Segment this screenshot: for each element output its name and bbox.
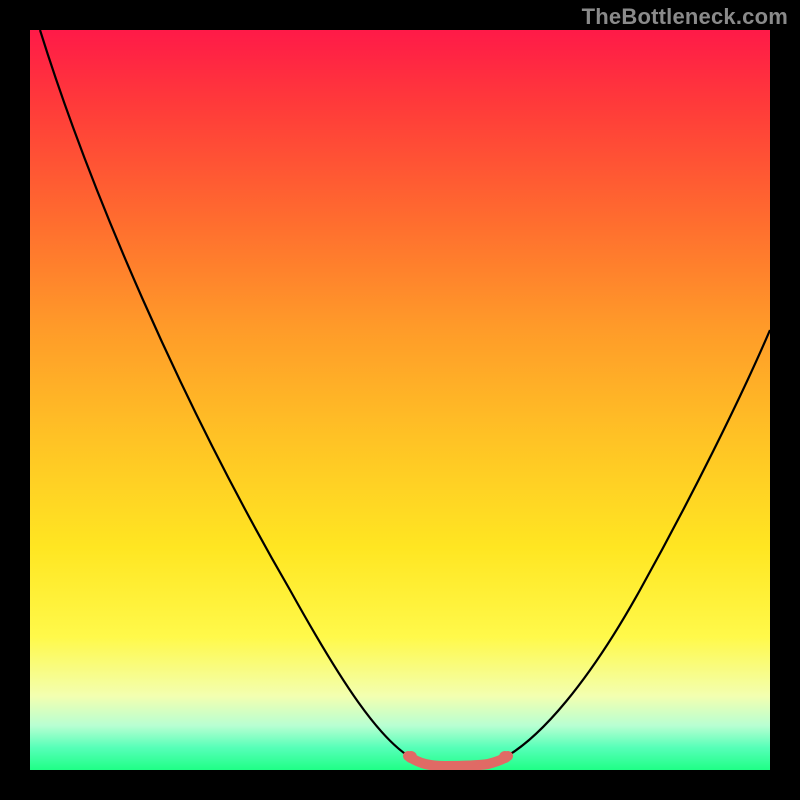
watermark-text: TheBottleneck.com <box>582 4 788 30</box>
curve-right-branch <box>500 330 770 760</box>
curve-trough-highlight <box>408 756 508 766</box>
bottleneck-curve <box>30 30 770 770</box>
chart-frame: TheBottleneck.com <box>0 0 800 800</box>
trough-dot-right <box>499 751 511 763</box>
curve-left-branch <box>40 30 415 760</box>
plot-area <box>30 30 770 770</box>
trough-dot-left <box>405 751 417 763</box>
